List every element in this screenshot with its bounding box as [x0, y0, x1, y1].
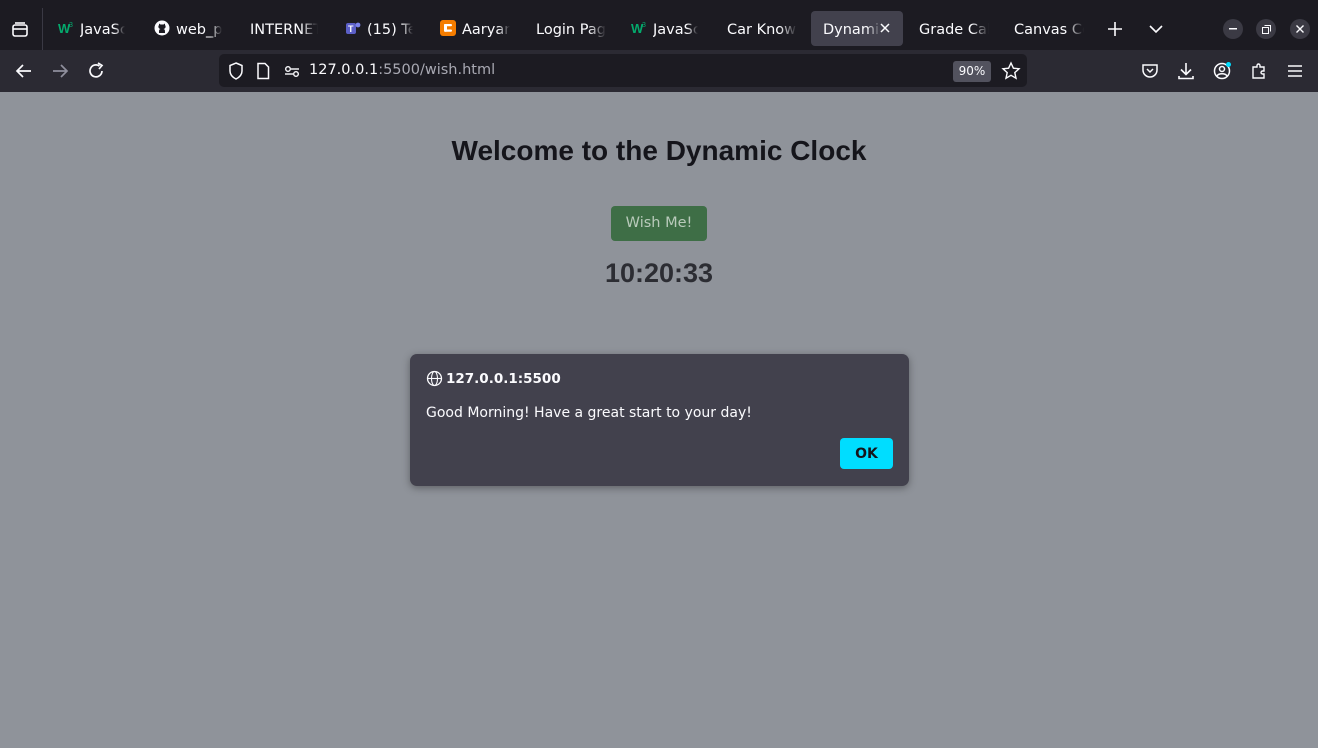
tab-canvas[interactable]: Canvas Co — [1005, 0, 1093, 50]
svg-text:T: T — [348, 24, 354, 34]
tab-grade-calculator[interactable]: Grade Calc — [910, 0, 998, 50]
tab-teams[interactable]: T (15) Te — [337, 0, 425, 50]
reload-icon[interactable] — [86, 61, 106, 81]
minimize-icon — [1229, 28, 1237, 30]
tab-label: Canvas Co — [1014, 22, 1084, 38]
firefox-view-icon[interactable] — [11, 21, 29, 39]
dialog-message: Good Morning! Have a great start to your… — [426, 405, 752, 421]
tab-github[interactable]: web_p — [146, 0, 234, 50]
restore-button[interactable] — [1256, 19, 1276, 39]
tab-label: Grade Calc — [919, 22, 989, 38]
tab-label: JavaSc — [80, 22, 125, 38]
forward-arrow-icon[interactable] — [50, 61, 70, 81]
alert-dialog: 127.0.0.1:5500 Good Morning! Have a grea… — [410, 354, 909, 486]
blogger-icon — [440, 20, 456, 36]
url-path: :5500/wish.html — [378, 62, 496, 78]
close-tab-icon[interactable] — [879, 22, 891, 34]
url-text[interactable]: 127.0.0.1:5500/wish.html — [309, 62, 495, 78]
tracking-protection-shield-icon[interactable] — [226, 61, 246, 81]
minimize-button[interactable] — [1223, 19, 1243, 39]
tab-internet[interactable]: INTERNET — [241, 0, 329, 50]
zoom-level-badge[interactable]: 90% — [953, 61, 991, 82]
svg-text:3: 3 — [642, 22, 646, 29]
bookmark-star-icon[interactable] — [1001, 61, 1021, 81]
w3schools-icon: W3 — [58, 21, 73, 36]
url-host: 127.0.0.1 — [309, 62, 379, 78]
tab-blogger[interactable]: Aaryan — [432, 0, 520, 50]
github-icon — [154, 20, 170, 36]
site-permissions-icon[interactable] — [282, 61, 302, 81]
close-icon — [1296, 25, 1304, 33]
application-menu-icon[interactable] — [1285, 61, 1305, 81]
tab-divider — [42, 8, 43, 50]
page-document-icon[interactable] — [253, 61, 273, 81]
tab-label: Aaryan — [462, 22, 510, 38]
tab-dynamic-clock[interactable]: Dynamic — [811, 11, 903, 46]
pocket-icon[interactable] — [1140, 61, 1160, 81]
tab-javascript-1[interactable]: W3 JavaSc — [50, 0, 138, 50]
tab-label: web_p — [176, 22, 222, 38]
tab-label: Car Knowl — [727, 22, 797, 38]
page-title: Welcome to the Dynamic Clock — [451, 135, 867, 166]
ok-button[interactable]: OK — [840, 438, 893, 469]
globe-icon — [426, 370, 443, 387]
tab-login-page[interactable]: Login Page — [527, 0, 615, 50]
tab-javascript-2[interactable]: W3 JavaSc — [623, 0, 711, 50]
restore-icon — [1262, 25, 1271, 34]
teams-icon: T — [346, 22, 361, 34]
tab-label: Dynamic — [823, 22, 881, 38]
extensions-puzzle-icon[interactable] — [1249, 61, 1269, 81]
tab-car-knowledge[interactable]: Car Knowl — [718, 0, 806, 50]
tab-label: (15) Te — [367, 22, 413, 38]
svg-text:3: 3 — [69, 22, 73, 29]
dialog-origin: 127.0.0.1:5500 — [446, 371, 561, 387]
clock-display: 10:20:33 — [604, 258, 714, 288]
new-tab-plus-icon[interactable] — [1107, 21, 1123, 37]
tab-label: INTERNET — [250, 22, 318, 38]
tab-label: Login Page — [536, 22, 606, 38]
tab-label: JavaSc — [653, 22, 698, 38]
list-tabs-chevron-down-icon[interactable] — [1149, 23, 1163, 35]
wish-me-button[interactable]: Wish Me! — [611, 206, 707, 241]
back-arrow-icon[interactable] — [14, 61, 34, 81]
account-icon[interactable] — [1212, 61, 1232, 81]
w3schools-icon: W3 — [631, 21, 646, 36]
close-window-button[interactable] — [1290, 19, 1310, 39]
downloads-icon[interactable] — [1176, 61, 1196, 81]
tab-strip: W3 JavaSc web_p INTERNET T (15) Te Aarya… — [0, 0, 1318, 50]
